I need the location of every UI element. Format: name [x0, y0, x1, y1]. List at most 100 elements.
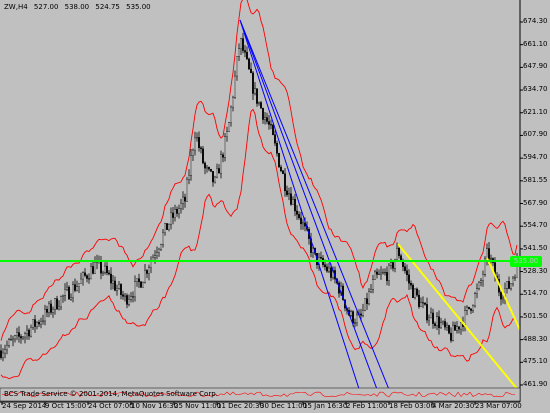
candle-body [302, 222, 304, 225]
candle-body [120, 284, 122, 295]
price-axis-label: 541.50 [523, 243, 548, 252]
candle-body [118, 284, 120, 289]
candle-body [146, 270, 148, 274]
copyright-text: BCS Trade Service © 2001-2014, MetaQuote… [4, 390, 218, 398]
candle-body [396, 248, 398, 260]
candle-body [202, 148, 204, 164]
time-axis-label: 11 Dec 20:30 [217, 402, 265, 410]
candle-body [490, 258, 492, 260]
candle-body [438, 316, 440, 328]
price-axis-label: 607.90 [523, 130, 548, 139]
candle-body [458, 326, 460, 330]
candle-body [454, 325, 456, 331]
candle-body [124, 295, 126, 297]
candle-body [262, 108, 264, 120]
candle-body [390, 262, 392, 266]
time-axis-label: 24 Sep 2014 [2, 402, 47, 410]
candle-body [398, 248, 400, 256]
candle-body [178, 208, 180, 214]
candle-body [48, 303, 50, 313]
candle-body [86, 275, 88, 279]
candle-body [216, 168, 218, 178]
candle-body [238, 48, 240, 57]
candle-body [76, 286, 78, 291]
price-axis-label: 594.70 [523, 153, 548, 162]
candle-body [0, 350, 2, 358]
price-chart[interactable] [0, 0, 550, 413]
candle-body [158, 248, 160, 253]
candle-body [102, 272, 104, 274]
candle-body [354, 322, 356, 324]
candle-body [196, 137, 198, 139]
candle-body [90, 266, 92, 280]
candle-body [456, 326, 458, 331]
candle-body [508, 281, 510, 289]
candle-body [430, 312, 432, 319]
candle-body [372, 279, 374, 290]
candle-body [476, 288, 478, 294]
time-axis-label: 9 Oct 15:00 [45, 402, 87, 410]
candle-body [192, 149, 194, 156]
candle-body [230, 106, 232, 123]
candle-body [478, 281, 480, 289]
candle-body [50, 303, 52, 313]
candle-body [210, 168, 212, 172]
open-value: 527.00 [33, 3, 59, 11]
candle-body [208, 167, 210, 170]
candle-body [368, 291, 370, 304]
candle-body [482, 274, 484, 281]
candle-body [68, 286, 70, 300]
candle-body [360, 313, 362, 316]
candle-body [38, 322, 40, 325]
candle-body [24, 333, 26, 338]
candle-body [234, 75, 236, 98]
candle-body [452, 325, 454, 341]
candle-body [100, 260, 102, 274]
time-axis-label: 10 Nov 16:30 [131, 402, 179, 410]
candle-body [200, 147, 202, 149]
candle-body [436, 316, 438, 326]
price-axis-label: 634.70 [523, 85, 548, 94]
candle-body [294, 198, 296, 212]
candle-body [92, 266, 94, 274]
candle-body [112, 280, 114, 284]
candle-body [414, 288, 416, 298]
candle-body [404, 266, 406, 271]
candle-body [72, 284, 74, 298]
candle-body [212, 171, 214, 183]
candle-body [32, 319, 34, 328]
candle-body [22, 336, 24, 339]
price-axis-label: 501.50 [523, 311, 548, 320]
time-axis-label: 23 Mar 07:00 [475, 402, 522, 410]
candle-body [384, 272, 386, 274]
price-axis-label: 554.70 [523, 221, 548, 230]
candle-body [46, 308, 48, 313]
candle-body [214, 176, 216, 183]
candle-body [402, 261, 404, 267]
candle-body [62, 295, 64, 297]
candle-body [58, 306, 60, 310]
high-value: 538.00 [64, 3, 90, 11]
candle-body [448, 325, 450, 334]
candle-body [256, 88, 258, 104]
candle-body [280, 166, 282, 172]
candle-body [248, 58, 250, 70]
time-axis-label: 30 Dec 11:00 [260, 402, 308, 410]
candle-body [474, 293, 476, 307]
candle-body [16, 332, 18, 336]
candle-body [460, 322, 462, 330]
price-axis-label: 488.30 [523, 334, 548, 343]
candle-body [362, 310, 364, 316]
candle-body [6, 345, 8, 351]
candle-body [442, 321, 444, 324]
candle-body [128, 299, 130, 305]
symbol-label: ZW,H4 [4, 3, 28, 11]
candle-body [134, 281, 136, 297]
price-axis-label: 461.90 [523, 380, 548, 388]
candle-body [80, 278, 82, 284]
candle-body [264, 117, 266, 120]
candle-body [228, 122, 230, 132]
candle-body [66, 286, 68, 290]
chart-window[interactable]: ZW,H4 527.00 538.00 524.75 535.00 674.30… [0, 0, 550, 413]
candle-body [14, 335, 16, 340]
